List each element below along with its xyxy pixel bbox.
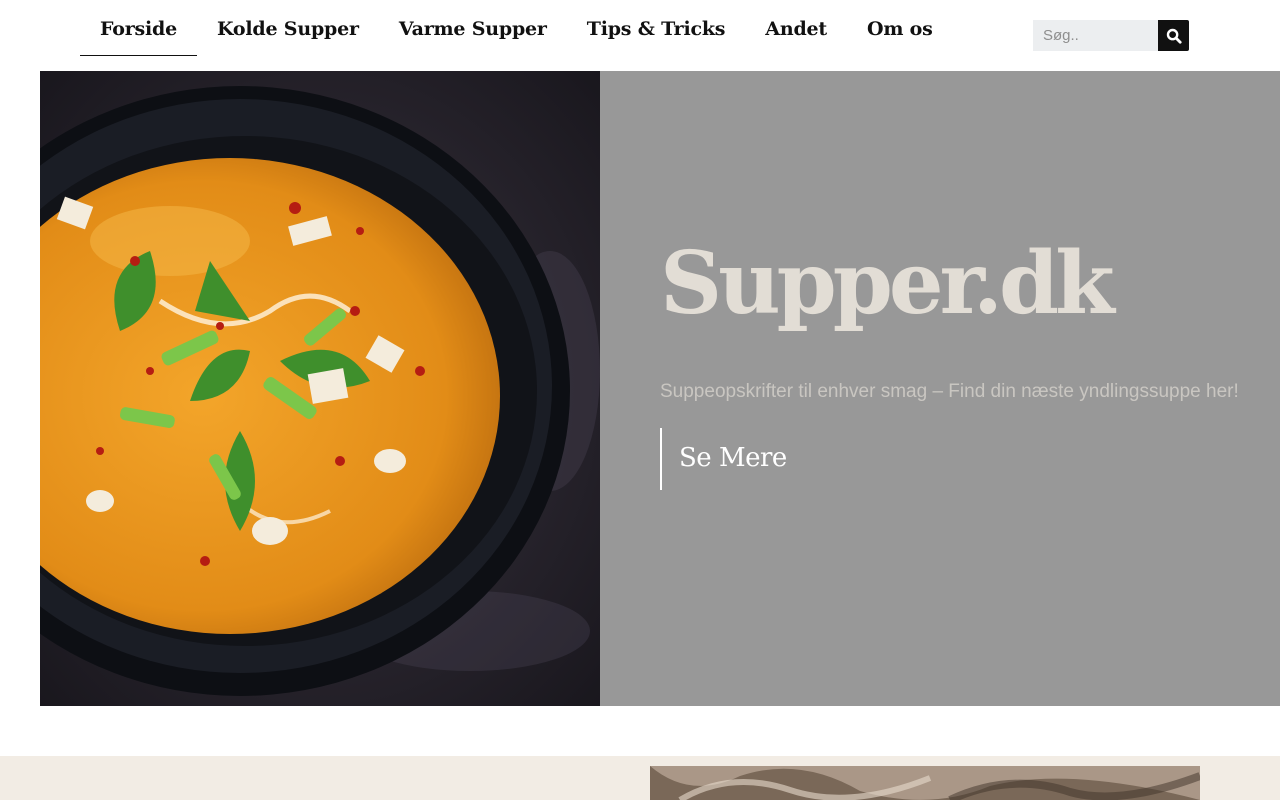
se-mere-button[interactable]: Se Mere	[660, 428, 810, 490]
nav-item-forside[interactable]: Forside	[80, 0, 198, 56]
search-input[interactable]	[1033, 20, 1158, 51]
kitchen-photo	[650, 766, 1200, 800]
soup-bowl-photo	[40, 71, 600, 706]
nav-item-varme-supper[interactable]: Varme Supper	[379, 0, 567, 56]
search-icon	[1166, 28, 1182, 44]
search-button[interactable]	[1158, 20, 1189, 51]
nav-item-kolde-supper[interactable]: Kolde Supper	[197, 0, 379, 56]
nav-item-tips-tricks[interactable]: Tips & Tricks	[567, 0, 746, 56]
hero-subtitle: Suppeopskrifter til enhver smag – Find d…	[660, 381, 1239, 402]
hero-section: Supper.dk Suppeopskrifter til enhver sma…	[0, 71, 1280, 706]
search-form	[1033, 20, 1189, 51]
nav-item-andet[interactable]: Andet	[745, 0, 847, 56]
main-nav: Forside Kolde Supper Varme Supper Tips &…	[80, 0, 953, 71]
site-header: Forside Kolde Supper Varme Supper Tips &…	[0, 0, 1280, 71]
hero-title: Supper.dk	[660, 233, 1115, 334]
content-section	[0, 756, 1280, 800]
nav-item-om-os[interactable]: Om os	[847, 0, 953, 56]
